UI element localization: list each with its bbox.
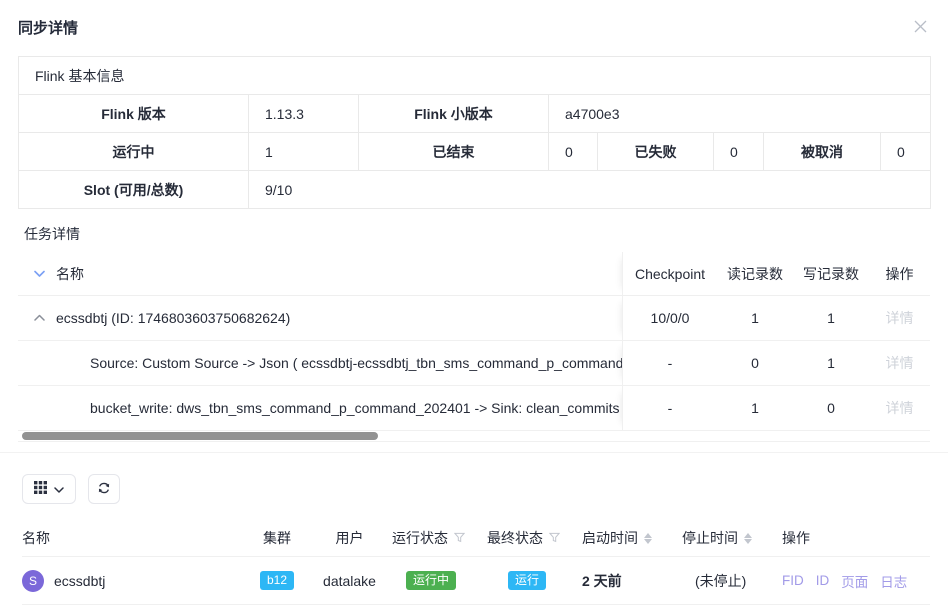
job-row: S ecssdbtj b12 datalake 运行中 运行 2 天前 (未停止… <box>22 557 930 605</box>
slot-value: 9/10 <box>249 171 931 209</box>
sync-detail-modal: 同步详情 Flink 基本信息 Flink 版本 1.13.3 Flink 小版… <box>0 0 948 611</box>
table-row: bucket_write: dws_tbn_sms_command_p_comm… <box>18 386 930 431</box>
detail-link[interactable]: 详情 <box>886 355 914 371</box>
jobs-toolbar <box>22 474 948 504</box>
scrollbar-thumb[interactable] <box>22 432 378 440</box>
job-stop-time: (未停止) <box>695 571 746 591</box>
collapse-row-icon[interactable] <box>34 314 46 322</box>
id-link[interactable]: ID <box>816 573 830 588</box>
flink-version-value: 1.13.3 <box>249 95 359 133</box>
task-checkpoint: 10/0/0 <box>623 310 717 326</box>
task-table-header: 名称 Checkpoint 读记录数 写记录数 操作 <box>18 252 930 296</box>
grid-view-icon <box>34 481 47 497</box>
task-name: Source: Custom Source -> Json ( ecssdbtj… <box>90 355 622 371</box>
col-job-action: 操作 <box>782 528 930 548</box>
close-icon[interactable] <box>911 17 930 36</box>
col-action: 操作 <box>869 264 930 284</box>
task-checkpoint: - <box>623 400 717 416</box>
col-checkpoint: Checkpoint <box>623 266 717 282</box>
expand-all-icon[interactable] <box>34 270 46 278</box>
table-row: Source: Custom Source -> Json ( ecssdbtj… <box>18 341 930 386</box>
canceled-value: 0 <box>881 133 931 171</box>
col-name: 名称 <box>56 264 84 284</box>
failed-value: 0 <box>714 133 764 171</box>
col-run-status: 运行状态 <box>392 528 448 548</box>
running-value: 1 <box>249 133 359 171</box>
task-table: 名称 Checkpoint 读记录数 写记录数 操作 ecssdbtj (ID:… <box>18 252 930 442</box>
col-final-status: 最终状态 <box>487 528 543 548</box>
modal-header: 同步详情 <box>0 0 948 33</box>
cluster-tag: b12 <box>260 571 294 590</box>
page-title: 同步详情 <box>18 17 78 38</box>
col-stop-time: 停止时间 <box>682 528 738 548</box>
filter-icon[interactable] <box>454 530 465 546</box>
jobs-table: 名称 集群 用户 运行状态 最终状态 启动时间 <box>22 520 930 605</box>
task-write-count: 0 <box>793 400 869 416</box>
col-cluster: 集群 <box>247 528 307 548</box>
avatar: S <box>22 570 44 592</box>
task-write-count: 1 <box>793 355 869 371</box>
flink-minor-label: Flink 小版本 <box>359 95 549 133</box>
task-write-count: 1 <box>793 310 869 326</box>
sorter-icon[interactable] <box>644 533 652 544</box>
col-user: 用户 <box>307 528 392 548</box>
column-settings-button[interactable] <box>22 474 76 504</box>
log-link[interactable]: 日志 <box>880 571 907 591</box>
task-checkpoint: - <box>623 355 717 371</box>
task-name: bucket_write: dws_tbn_sms_command_p_comm… <box>90 400 620 416</box>
job-start-time: 2 天前 <box>582 571 622 591</box>
jobs-table-header: 名称 集群 用户 运行状态 最终状态 启动时间 <box>22 520 930 557</box>
job-user: datalake <box>307 573 392 589</box>
col-job-name: 名称 <box>22 528 247 548</box>
finished-label: 已结束 <box>359 133 549 171</box>
section-divider <box>0 452 948 453</box>
col-write: 写记录数 <box>793 264 869 284</box>
flink-info-table: Flink 基本信息 Flink 版本 1.13.3 Flink 小版本 a47… <box>18 56 931 209</box>
final-status-badge: 运行 <box>508 571 546 590</box>
canceled-label: 被取消 <box>764 133 881 171</box>
page-link[interactable]: 页面 <box>841 571 868 591</box>
detail-link[interactable]: 详情 <box>886 400 914 416</box>
fid-link[interactable]: FID <box>782 573 804 588</box>
task-read-count: 1 <box>717 400 793 416</box>
flink-info-title: Flink 基本信息 <box>19 57 931 95</box>
refresh-button[interactable] <box>88 474 120 504</box>
run-status-badge: 运行中 <box>406 571 456 590</box>
task-name: ecssdbtj (ID: 1746803603750682624) <box>56 310 290 326</box>
flink-version-label: Flink 版本 <box>19 95 249 133</box>
task-section-title: 任务详情 <box>24 224 948 244</box>
sorter-icon[interactable] <box>744 533 752 544</box>
failed-label: 已失败 <box>598 133 714 171</box>
task-read-count: 1 <box>717 310 793 326</box>
task-read-count: 0 <box>717 355 793 371</box>
job-name: ecssdbtj <box>54 573 105 589</box>
running-label: 运行中 <box>19 133 249 171</box>
filter-icon[interactable] <box>549 530 560 546</box>
col-read: 读记录数 <box>717 264 793 284</box>
col-start-time: 启动时间 <box>582 528 638 548</box>
detail-link[interactable]: 详情 <box>886 310 914 326</box>
chevron-down-icon <box>54 481 64 497</box>
horizontal-scrollbar <box>18 431 930 442</box>
table-row: ecssdbtj (ID: 1746803603750682624) 10/0/… <box>18 296 930 341</box>
flink-minor-value: a4700e3 <box>549 95 931 133</box>
finished-value: 0 <box>549 133 598 171</box>
refresh-icon <box>97 481 111 498</box>
slot-label: Slot (可用/总数) <box>19 171 249 209</box>
